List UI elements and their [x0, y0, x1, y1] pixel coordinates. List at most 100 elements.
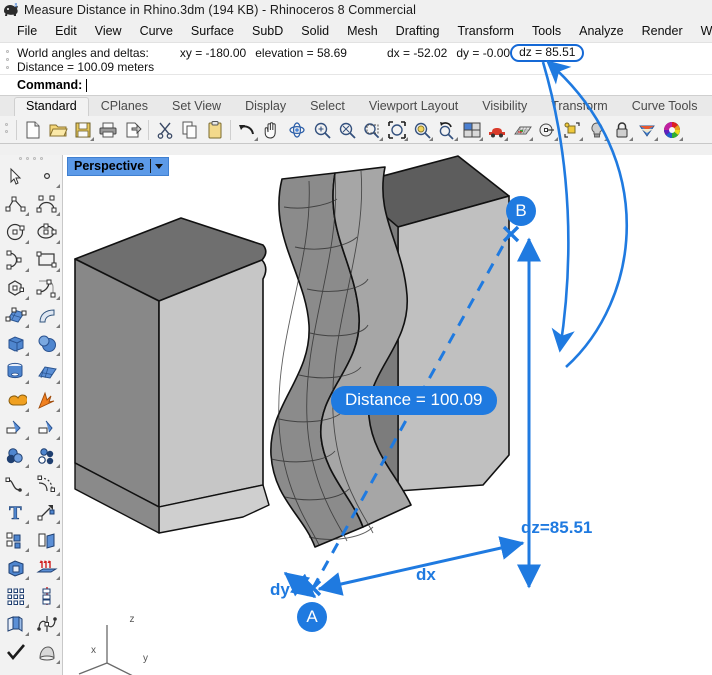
pan-hand-icon[interactable]: [259, 118, 284, 142]
point-icon[interactable]: [31, 162, 62, 190]
named-view-car-icon[interactable]: [484, 118, 509, 142]
cut-scissors-icon[interactable]: [152, 118, 177, 142]
distance-result-line: Distance = 100.09 meters: [0, 60, 712, 74]
curve-icon[interactable]: [31, 190, 62, 218]
menu-item-surface[interactable]: Surface: [182, 22, 243, 40]
tab-viewport-layout[interactable]: Viewport Layout: [357, 97, 470, 116]
zoom-selected-icon[interactable]: [409, 118, 434, 142]
twisted-surface-body: [270, 172, 364, 548]
dx-label: dx: [416, 565, 436, 584]
command-prompt-row[interactable]: Command:: [0, 74, 712, 95]
menu-item-tools[interactable]: Tools: [523, 22, 570, 40]
menu-item-view[interactable]: View: [86, 22, 131, 40]
text-tool-icon[interactable]: T: [0, 498, 31, 526]
surface-from-curves-icon[interactable]: [0, 302, 31, 330]
menu-item-subd[interactable]: SubD: [243, 22, 292, 40]
zoom-window-icon[interactable]: [359, 118, 384, 142]
explode-icon[interactable]: [31, 386, 62, 414]
toolbar-grip[interactable]: [2, 119, 11, 141]
layers-icon[interactable]: [0, 442, 31, 470]
offset-curve-icon[interactable]: [31, 470, 62, 498]
project-to-cplane-icon[interactable]: [31, 554, 62, 582]
polyline-icon[interactable]: [0, 190, 31, 218]
sphere-solid-icon[interactable]: [31, 330, 62, 358]
mesh-icon[interactable]: [31, 358, 62, 386]
menu-item-analyze[interactable]: Analyze: [570, 22, 632, 40]
menu-item-curve[interactable]: Curve: [131, 22, 182, 40]
check-objects-icon[interactable]: [0, 638, 31, 666]
zoom-in-icon[interactable]: [309, 118, 334, 142]
export-icon[interactable]: [120, 118, 145, 142]
tab-curve-tools[interactable]: Curve Tools: [620, 97, 710, 116]
boolean-union-icon[interactable]: [0, 386, 31, 414]
cplane-grid-icon[interactable]: [509, 118, 534, 142]
rectangle-icon[interactable]: [31, 246, 62, 274]
tab-standard[interactable]: Standard: [14, 97, 89, 116]
open-folder-icon[interactable]: [45, 118, 70, 142]
perspective-viewport[interactable]: Perspective z x y Distance = 100.09 B A …: [63, 155, 712, 675]
menu-item-edit[interactable]: Edit: [46, 22, 86, 40]
menu-item-transform[interactable]: Transform: [448, 22, 523, 40]
command-caret: [86, 78, 88, 92]
menu-item-mesh[interactable]: Mesh: [338, 22, 387, 40]
tab-select[interactable]: Select: [298, 97, 357, 116]
fillet-curve-icon[interactable]: [31, 274, 62, 302]
new-file-icon[interactable]: [20, 118, 45, 142]
spare-icon[interactable]: [31, 666, 62, 675]
trim-icon[interactable]: [0, 414, 31, 442]
undo-icon[interactable]: [234, 118, 259, 142]
light-bulb-icon[interactable]: [584, 118, 609, 142]
menu-item-render[interactable]: Render: [633, 22, 692, 40]
four-viewport-icon[interactable]: [459, 118, 484, 142]
zoom-extents-icon[interactable]: [384, 118, 409, 142]
flow-along-curve-icon[interactable]: [31, 610, 62, 638]
left-toolbar-grip[interactable]: [11, 157, 51, 160]
select-arrow-icon[interactable]: [0, 162, 31, 190]
object-properties-icon[interactable]: [31, 442, 62, 470]
rotate-view-icon[interactable]: [284, 118, 309, 142]
tab-visibility[interactable]: Visibility: [470, 97, 539, 116]
cylinder-solid-icon[interactable]: [0, 358, 31, 386]
menu-item-window[interactable]: Window: [692, 22, 712, 40]
copy-icon[interactable]: [177, 118, 202, 142]
chevron-down-icon[interactable]: [155, 163, 164, 169]
layout-detail-icon[interactable]: [559, 118, 584, 142]
menu-item-drafting[interactable]: Drafting: [387, 22, 449, 40]
paste-clipboard-icon[interactable]: [202, 118, 227, 142]
mirror-icon[interactable]: [31, 526, 62, 554]
eraser-icon[interactable]: [0, 666, 31, 675]
zoom-dynamic-icon[interactable]: [334, 118, 359, 142]
axis-label-z: z: [130, 614, 135, 625]
viewport-title-tab[interactable]: Perspective: [67, 157, 170, 176]
blend-curve-icon[interactable]: [0, 470, 31, 498]
box-solid-icon[interactable]: [0, 330, 31, 358]
tab-cplanes[interactable]: CPlanes: [89, 97, 160, 116]
lock-icon[interactable]: [609, 118, 634, 142]
dimension-icon[interactable]: [31, 498, 62, 526]
point-b-badge: B: [506, 196, 536, 226]
color-wheel-icon[interactable]: [659, 118, 684, 142]
ellipse-icon[interactable]: [31, 218, 62, 246]
named-cplane-icon[interactable]: [534, 118, 559, 142]
extrude-surface-icon[interactable]: [31, 302, 62, 330]
status-elevation: elevation = 58.69: [255, 46, 347, 60]
split-icon[interactable]: [31, 414, 62, 442]
group-objects-icon[interactable]: [0, 526, 31, 554]
render-material-icon[interactable]: [634, 118, 659, 142]
menu-item-file[interactable]: File: [8, 22, 46, 40]
polygon-icon[interactable]: [0, 274, 31, 302]
arc-icon[interactable]: [0, 246, 31, 274]
menu-item-solid[interactable]: Solid: [292, 22, 338, 40]
tab-set-view[interactable]: Set View: [160, 97, 233, 116]
copy-objects-icon[interactable]: [0, 610, 31, 638]
array-icon[interactable]: [0, 582, 31, 610]
shade-view-icon[interactable]: [31, 638, 62, 666]
tab-transform[interactable]: Transform: [539, 97, 620, 116]
box-edit-icon[interactable]: [0, 554, 31, 582]
array-along-curve-icon[interactable]: [31, 582, 62, 610]
circle-icon[interactable]: [0, 218, 31, 246]
print-icon[interactable]: [95, 118, 120, 142]
zoom-previous-icon[interactable]: [434, 118, 459, 142]
tab-display[interactable]: Display: [233, 97, 298, 116]
save-icon[interactable]: [70, 118, 95, 142]
